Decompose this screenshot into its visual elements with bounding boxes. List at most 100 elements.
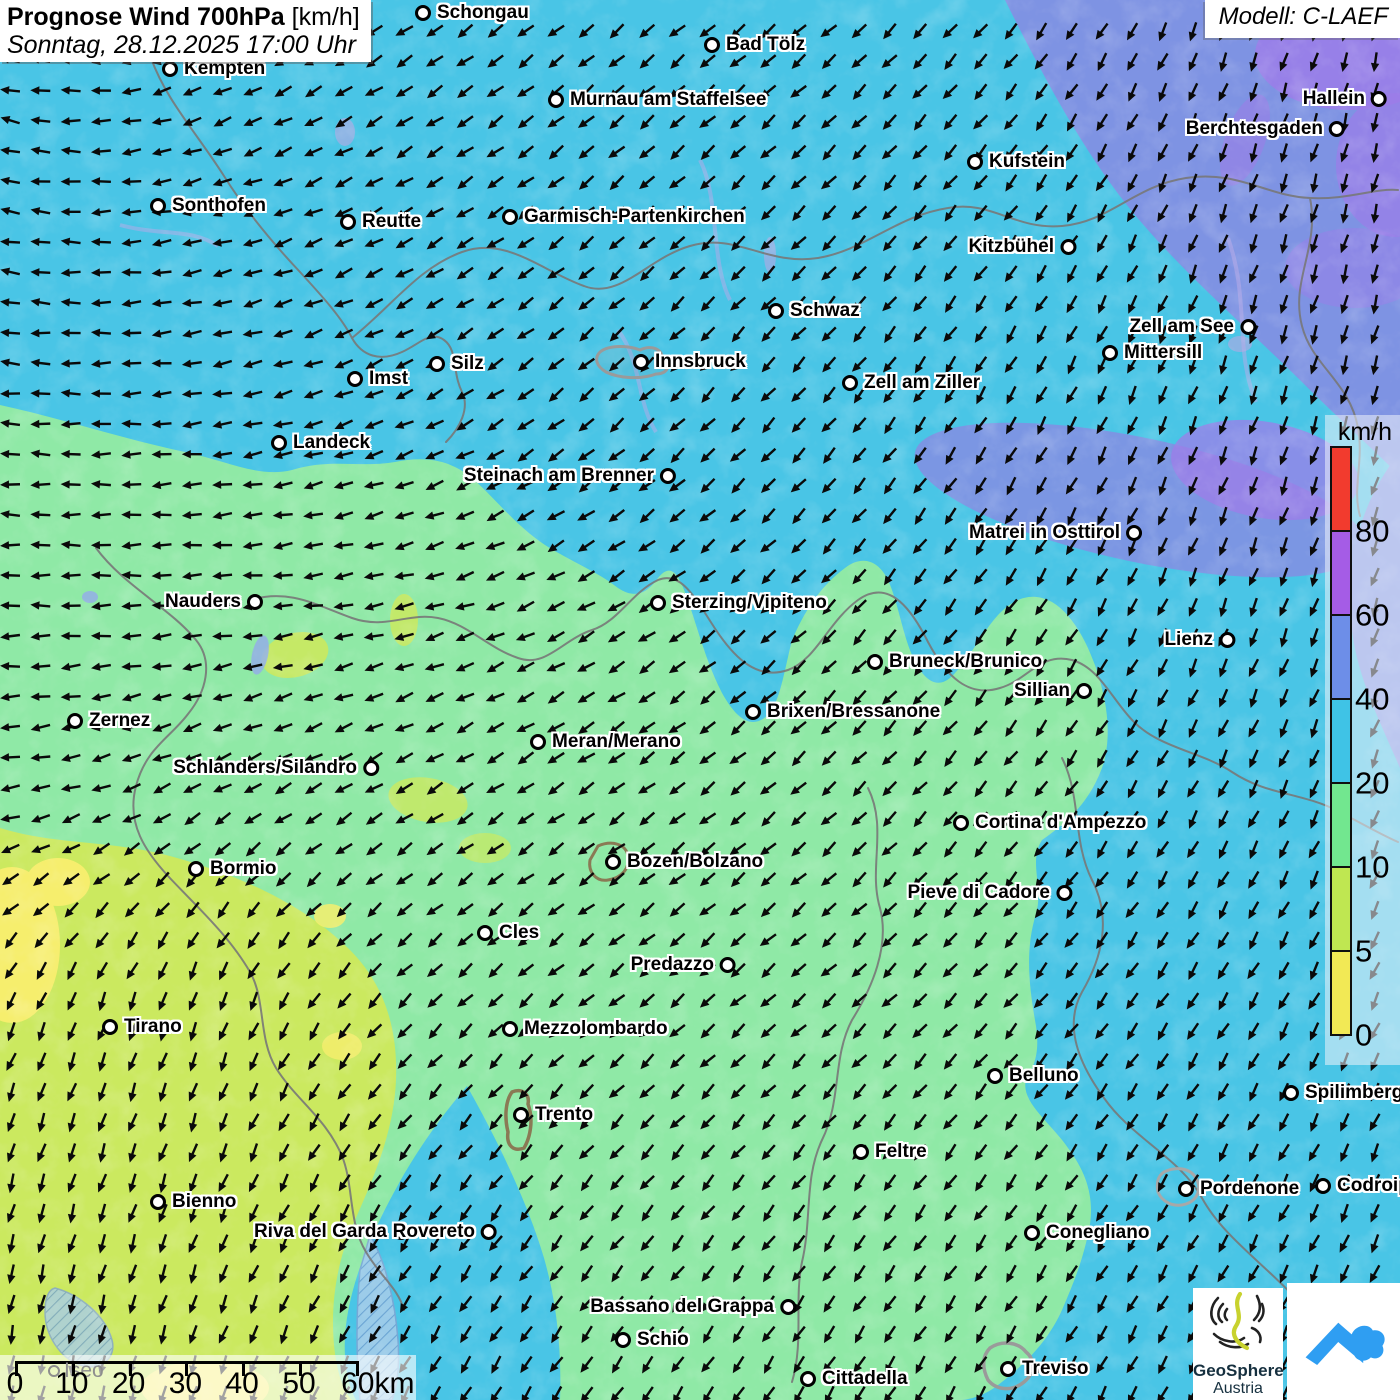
scale-number: 10 (55, 1367, 89, 1400)
city-name: Matrei in Osttirol (969, 522, 1120, 543)
city-marker (502, 1021, 518, 1037)
city-marker (1178, 1181, 1194, 1197)
city-name: Schio (637, 1329, 689, 1350)
city-marker (1056, 885, 1072, 901)
city-marker (1060, 239, 1076, 255)
city-innsbruck: Innsbruck (633, 351, 746, 373)
city-hallein: Hallein (1303, 88, 1387, 110)
city-marker (530, 734, 546, 750)
city-marker (704, 37, 720, 53)
city-name: Riva del Garda (253, 1221, 387, 1242)
city-marker (513, 1107, 529, 1123)
city-spilimbergo: Spilimbergo (1283, 1082, 1400, 1104)
city-landeck: Landeck (271, 432, 370, 454)
city-schlanders-silandro: Schlanders/Silandro (173, 757, 379, 779)
city-belluno: Belluno (987, 1065, 1079, 1087)
city-matrei-in-osttirol: Matrei in Osttirol (969, 522, 1142, 544)
city-mittersill: Mittersill (1102, 342, 1202, 364)
city-kitzb-hel: Kitzbühel (969, 236, 1076, 258)
city-marker (271, 435, 287, 451)
city-name: Cles (499, 922, 540, 943)
city-name: Bienno (172, 1191, 237, 1212)
city-trento: Trento (513, 1104, 593, 1126)
city-marker (660, 468, 676, 484)
map-title-unit: [km/h] (291, 3, 360, 31)
city-schongau: Schongau (415, 2, 529, 24)
city-name: Predazzo (630, 954, 714, 975)
city-bad-t-lz: Bad Tölz (704, 34, 805, 56)
city-treviso: Treviso (1000, 1358, 1089, 1380)
scale-number: 60km (341, 1367, 415, 1400)
city-name: Nauders (164, 591, 241, 612)
city-marker (1315, 1178, 1331, 1194)
city-name: Garmisch-Partenkirchen (524, 206, 745, 227)
geosphere-logo-box: GeoSphere Austria (1193, 1288, 1284, 1400)
city-brixen-bressanone: Brixen/Bressanone (745, 701, 940, 723)
city-name: Cortina d'Ampezzo (975, 812, 1147, 833)
city-name: Landeck (293, 432, 371, 453)
legend-label-10: 10 (1355, 849, 1390, 885)
map-title-text: Prognose Wind 700hPa (7, 3, 285, 31)
city-cittadella: Cittadella (800, 1368, 908, 1390)
city-schio: Schio (615, 1329, 689, 1351)
city-marker (477, 925, 493, 941)
city-marker (720, 957, 736, 973)
city-name: Berchtesgaden (1185, 118, 1323, 139)
city-name: Zernez (89, 710, 151, 731)
model-label: Modell: C-LAEF (1218, 3, 1388, 30)
mountain-cloud-icon (1305, 1322, 1385, 1365)
city-marker (745, 704, 761, 720)
legend-segment-80 (1330, 446, 1352, 532)
city-marker (247, 594, 263, 610)
legend-unit-label: km/h (1337, 418, 1392, 446)
city-tirano: Tirano (102, 1016, 182, 1038)
city-marker (150, 198, 166, 214)
city-marker (953, 815, 969, 831)
city-name: Sillian (1014, 680, 1070, 701)
map-title: Prognose Wind 700hPa [km/h] (7, 3, 363, 31)
city-name: Spilimbergo (1305, 1082, 1400, 1103)
city-marker (340, 214, 356, 230)
scale-number: 40 (225, 1367, 259, 1400)
city-marker (780, 1299, 796, 1315)
city-name: Mezzolombardo (524, 1018, 668, 1039)
city-name: Murnau am Staffelsee (570, 89, 767, 110)
city-name: Imst (369, 368, 409, 389)
city-marker (1102, 345, 1118, 361)
legend-segment-40 (1330, 614, 1352, 700)
city-marker (415, 5, 431, 21)
city-name: Mittersill (1124, 342, 1203, 363)
city-name: Steinach am Brenner (463, 465, 654, 486)
city-name: Pieve di Cadore (907, 882, 1050, 903)
city-steinach-am-brenner: Steinach am Brenner (464, 465, 676, 487)
city-bozen-bolzano: Bozen/Bolzano (605, 851, 763, 873)
city-marker (67, 713, 83, 729)
city-silz: Silz (429, 353, 484, 375)
city-name: Codroipo (1337, 1175, 1400, 1196)
city-bienno: Bienno (150, 1191, 236, 1213)
city-name: Bormio (210, 858, 277, 879)
city-predazzo: Predazzo (631, 954, 736, 976)
legend-label-20: 20 (1355, 765, 1390, 801)
model-box: Modell: C-LAEF (1204, 0, 1400, 38)
city-marker (633, 354, 649, 370)
city-marker (987, 1068, 1003, 1084)
legend-color-bar (1330, 446, 1352, 1036)
city-name: Brixen/Bressanone (767, 701, 941, 722)
city-name: Tirano (124, 1016, 182, 1037)
city-marker (363, 760, 379, 776)
city-sillian: Sillian (1014, 680, 1092, 702)
legend-segment-10 (1330, 782, 1352, 868)
city-sterzing-vipiteno: Sterzing/Vipiteno (650, 592, 827, 614)
city-feltre: Feltre (853, 1141, 927, 1163)
scale-number: 50 (282, 1367, 316, 1400)
geosphere-swirl-icon (1210, 1291, 1265, 1351)
city-marker (188, 861, 204, 877)
city-pieve-di-cadore: Pieve di Cadore (907, 882, 1072, 904)
legend-segment-5 (1330, 866, 1352, 952)
city-marker (1126, 525, 1142, 541)
city-imst: Imst (347, 368, 408, 390)
city-sonthofen: Sonthofen (150, 195, 266, 217)
city-name: Zell am See (1129, 316, 1234, 337)
city-marker (1283, 1085, 1299, 1101)
